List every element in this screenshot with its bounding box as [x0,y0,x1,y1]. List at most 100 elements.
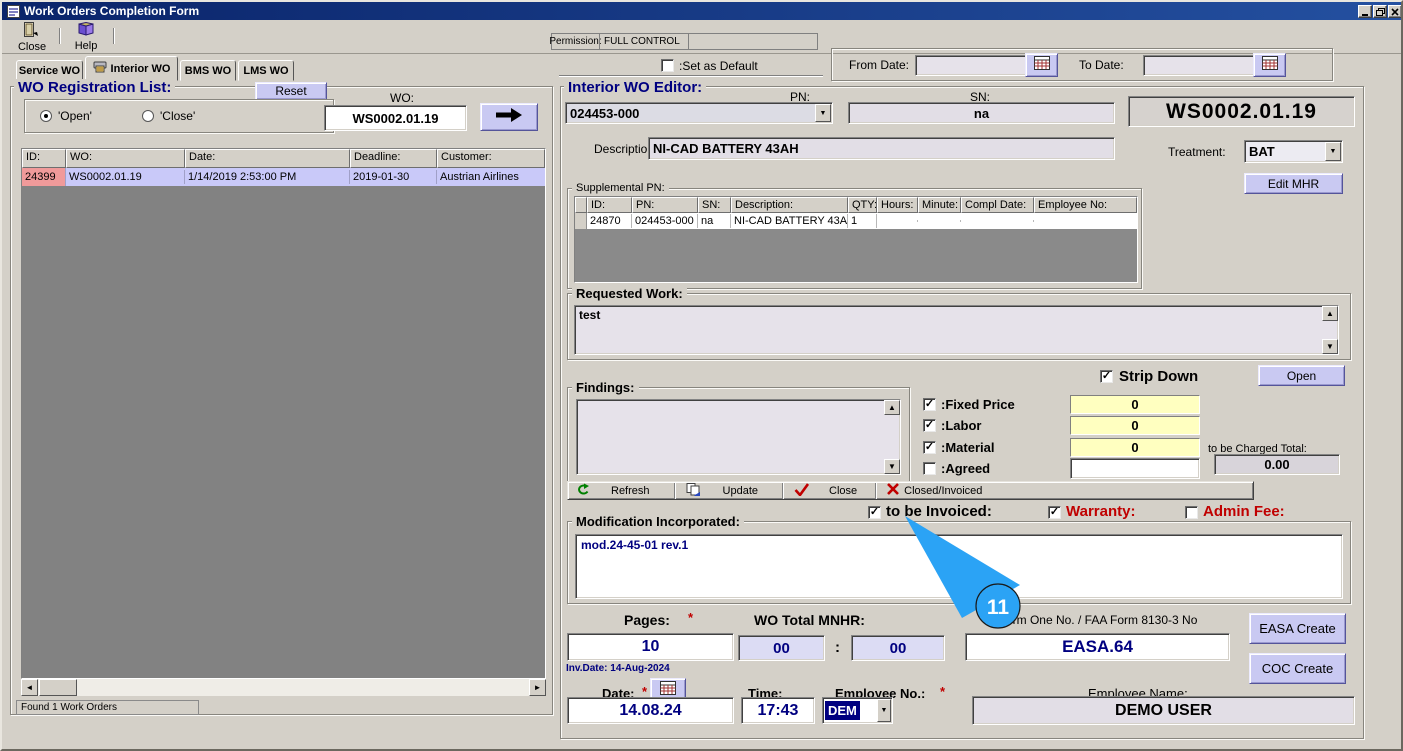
restore-button[interactable] [1373,5,1387,18]
supplemental-row[interactable]: 24870 024453-000 na NI-CAD BATTERY 43AH … [575,213,1137,229]
strip-down-checkbox[interactable]: ✓ [1100,370,1113,383]
sup-col-sn[interactable]: SN: [698,197,731,213]
calendar-icon [1034,56,1050,75]
findings-scrollbar[interactable]: ▲ ▼ [884,400,900,474]
charged-total-field: 0.00 [1214,454,1340,475]
mnhr-minutes-field[interactable]: 00 [851,635,945,661]
permission-extra-field [688,33,818,50]
tab-lms-wo[interactable]: LMS WO [238,60,294,81]
from-date-picker-button[interactable] [1025,53,1058,77]
treatment-combobox[interactable]: BAT ▼ [1244,140,1343,163]
labor-field[interactable]: 0 [1070,416,1200,435]
chevron-down-icon[interactable]: ▼ [815,104,831,122]
set-default-checkbox[interactable] [661,59,674,72]
scroll-up-arrow[interactable]: ▲ [884,400,900,415]
findings-title: Findings: [572,380,639,395]
wo-list-row-selected[interactable]: 24399 WS0002.01.19 1/14/2019 2:53:00 PM … [22,168,545,186]
agreed-checkbox[interactable] [923,462,936,475]
update-action[interactable]: Update [686,483,758,499]
coc-create-button[interactable]: COC Create [1249,653,1346,684]
modification-textarea[interactable]: mod.24-45-01 rev.1 [575,534,1343,599]
material-field[interactable]: 0 [1070,438,1200,457]
pn-combobox[interactable]: 024453-000 ▼ [565,102,833,124]
sup-col-hours[interactable]: Hours: [877,197,918,213]
invoice-date-note: Inv.Date: 14-Aug-2024 [566,663,670,674]
mnhr-hours-field[interactable]: 00 [738,635,825,661]
material-checkbox[interactable]: ✓ [923,441,936,454]
col-header-id[interactable]: ID: [22,149,66,168]
warranty-checkbox[interactable]: ✓ [1048,506,1061,519]
sup-col-emp[interactable]: Employee No: [1034,197,1137,213]
tab-interior-wo[interactable]: Interior WO [85,56,178,81]
requested-work-scrollbar[interactable]: ▲ ▼ [1322,306,1338,354]
agreed-field[interactable] [1070,458,1200,479]
open-button[interactable]: Open [1258,365,1345,386]
findings-textarea[interactable] [576,399,901,475]
minimize-button[interactable] [1358,5,1372,18]
warranty-label: Warranty: [1066,503,1135,520]
wo-search-input[interactable]: WS0002.01.19 [324,105,467,131]
radio-open[interactable] [40,110,52,122]
radio-close[interactable] [142,110,154,122]
material-label: :Material [941,440,994,455]
sup-col-desc[interactable]: Description: [731,197,848,213]
tab-bms-wo[interactable]: BMS WO [180,60,236,81]
sup-col-id[interactable]: ID: [587,197,632,213]
closed-invoiced-action[interactable]: Closed/Invoiced [887,483,982,498]
close-window-button[interactable] [1388,5,1402,18]
refresh-action[interactable]: Refresh [576,483,650,499]
chevron-down-icon[interactable]: ▼ [877,699,891,722]
printer-icon [93,61,107,76]
sup-col-compl[interactable]: Compl Date: [961,197,1034,213]
scroll-up-arrow[interactable]: ▲ [1322,306,1338,321]
sn-field[interactable]: na [848,102,1115,124]
col-header-deadline[interactable]: Deadline: [350,149,437,168]
agreed-label: :Agreed [941,461,990,476]
tab-service-wo[interactable]: Service WO [16,60,83,81]
sup-col-qty[interactable]: QTY: [848,197,877,213]
description-field[interactable]: NI-CAD BATTERY 43AH [648,137,1115,160]
employee-no-combobox[interactable]: DEM ▼ [822,697,893,724]
to-date-picker-button[interactable] [1253,53,1286,77]
wo-registration-title: WO Registration List: [14,79,175,96]
from-date-input[interactable] [915,55,1043,76]
close-form-button[interactable]: Close [10,22,54,52]
date-field[interactable]: 14.08.24 [567,697,734,724]
wo-list-hscrollbar[interactable]: ◄ ► [21,679,546,696]
chevron-down-icon[interactable]: ▼ [1325,142,1341,161]
to-date-input[interactable] [1143,55,1271,76]
admin-fee-checkbox[interactable] [1185,506,1198,519]
labor-label: :Labor [941,418,981,433]
fixed-price-field[interactable]: 0 [1070,395,1200,414]
help-book-icon [77,22,95,39]
form-one-field[interactable]: EASA.64 [965,633,1230,661]
to-be-invoiced-checkbox[interactable]: ✓ [868,506,881,519]
labor-checkbox[interactable]: ✓ [923,419,936,432]
edit-mhr-button[interactable]: Edit MHR [1244,173,1343,194]
supplemental-empty-area [575,229,1137,282]
col-header-date[interactable]: Date: [185,149,350,168]
col-header-wo[interactable]: WO: [66,149,185,168]
scroll-down-arrow[interactable]: ▼ [1322,339,1338,354]
reset-button[interactable]: Reset [255,82,327,100]
title-bar[interactable]: Work Orders Completion Form [2,2,1401,20]
close-record-action[interactable]: Close [794,483,857,499]
employee-no-selected-text: DEM [825,701,860,720]
scroll-down-arrow[interactable]: ▼ [884,459,900,474]
help-button[interactable]: Help [64,22,108,52]
permission-value: FULL CONTROL [599,33,689,50]
panel-divider [559,75,823,77]
requested-work-textarea[interactable]: test [574,305,1339,355]
easa-create-button[interactable]: EASA Create [1249,613,1346,644]
pages-field[interactable]: 10 [567,633,734,661]
scroll-thumb[interactable] [39,679,77,696]
sup-col-pn[interactable]: PN: [632,197,698,213]
scroll-left-arrow[interactable]: ◄ [21,679,38,696]
col-header-customer[interactable]: Customer: [437,149,545,168]
sup-col-minute[interactable]: Minute: [918,197,961,213]
form-one-label: Form One No. / FAA Form 8130-3 No [967,613,1229,627]
time-field[interactable]: 17:43 [741,697,815,724]
go-button[interactable] [480,103,538,131]
fixed-price-checkbox[interactable]: ✓ [923,398,936,411]
scroll-right-arrow[interactable]: ► [529,679,546,696]
